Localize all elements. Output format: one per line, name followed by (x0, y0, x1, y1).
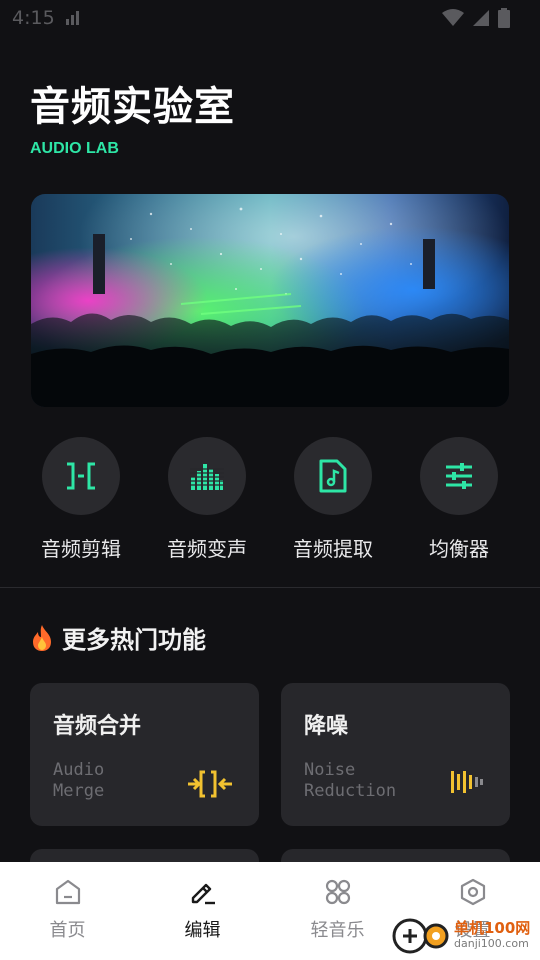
section-divider (0, 587, 540, 588)
tool-audio-extract[interactable]: 音频提取 (277, 437, 389, 562)
sliders-icon (446, 463, 472, 489)
audio-trim-icon (67, 462, 95, 490)
tool-label: 音频剪辑 (41, 537, 121, 561)
tool-label: 均衡器 (429, 537, 489, 561)
card-noise-reduction[interactable]: 降噪 Noise Reduction (281, 683, 510, 826)
grid-icon (325, 879, 350, 905)
banner-image[interactable] (31, 194, 509, 407)
tab-edit[interactable]: 编辑 (135, 862, 270, 960)
tool-circle (168, 437, 246, 515)
section-header: 更多热门功能 (30, 620, 206, 655)
tool-label: 音频变声 (167, 537, 247, 561)
card-title: 音频合并 (53, 714, 142, 739)
tool-circle (42, 437, 120, 515)
card-subtitle: Audio Merge (53, 760, 105, 801)
watermark-brand: 单机100网 (454, 919, 531, 937)
page-title: 音频实验室 (30, 84, 235, 130)
watermark: 单机100网 danji100.com (392, 916, 530, 956)
settings-icon (460, 878, 485, 906)
equalizer-bars-icon (190, 464, 224, 490)
fire-icon (33, 624, 51, 651)
tool-label: 音频提取 (293, 537, 373, 561)
watermark-logo-icon (392, 918, 449, 954)
tab-label: 轻音乐 (310, 920, 365, 941)
tool-circle (294, 437, 372, 515)
noise-bars-icon (451, 771, 483, 793)
concert-crowd-image (31, 194, 509, 407)
tab-label: 首页 (49, 920, 86, 941)
card-subtitle: Noise Reduction (304, 760, 397, 801)
wifi-icon (442, 9, 464, 26)
header: 音频实验室 AUDIO LAB (30, 84, 235, 158)
card-audio-merge[interactable]: 音频合并 Audio Merge (30, 683, 259, 826)
merge-icon (188, 770, 232, 798)
section-title: 更多热门功能 (62, 626, 206, 654)
tab-label: 编辑 (184, 920, 221, 941)
tool-row: 音频剪辑 音频变声 音频提取 均衡器 (0, 437, 540, 562)
card-title: 降噪 (304, 714, 349, 739)
status-bar: 4:15 (0, 0, 540, 36)
tool-audio-trim[interactable]: 音频剪辑 (25, 437, 137, 562)
tab-home[interactable]: 首页 (0, 862, 135, 960)
data-signal-icon (65, 11, 79, 25)
cell-signal-icon (473, 10, 489, 26)
watermark-url: danji100.com (454, 937, 529, 950)
battery-icon (498, 8, 510, 28)
tool-equalizer[interactable]: 均衡器 (403, 437, 515, 562)
page-subtitle: AUDIO LAB (30, 140, 119, 157)
home-icon (55, 879, 80, 905)
tab-light-music[interactable]: 轻音乐 (270, 862, 405, 960)
tool-circle (420, 437, 498, 515)
edit-icon (191, 883, 215, 905)
tool-voice-change[interactable]: 音频变声 (151, 437, 263, 562)
music-file-icon (319, 459, 347, 493)
status-time: 4:15 (12, 7, 55, 29)
